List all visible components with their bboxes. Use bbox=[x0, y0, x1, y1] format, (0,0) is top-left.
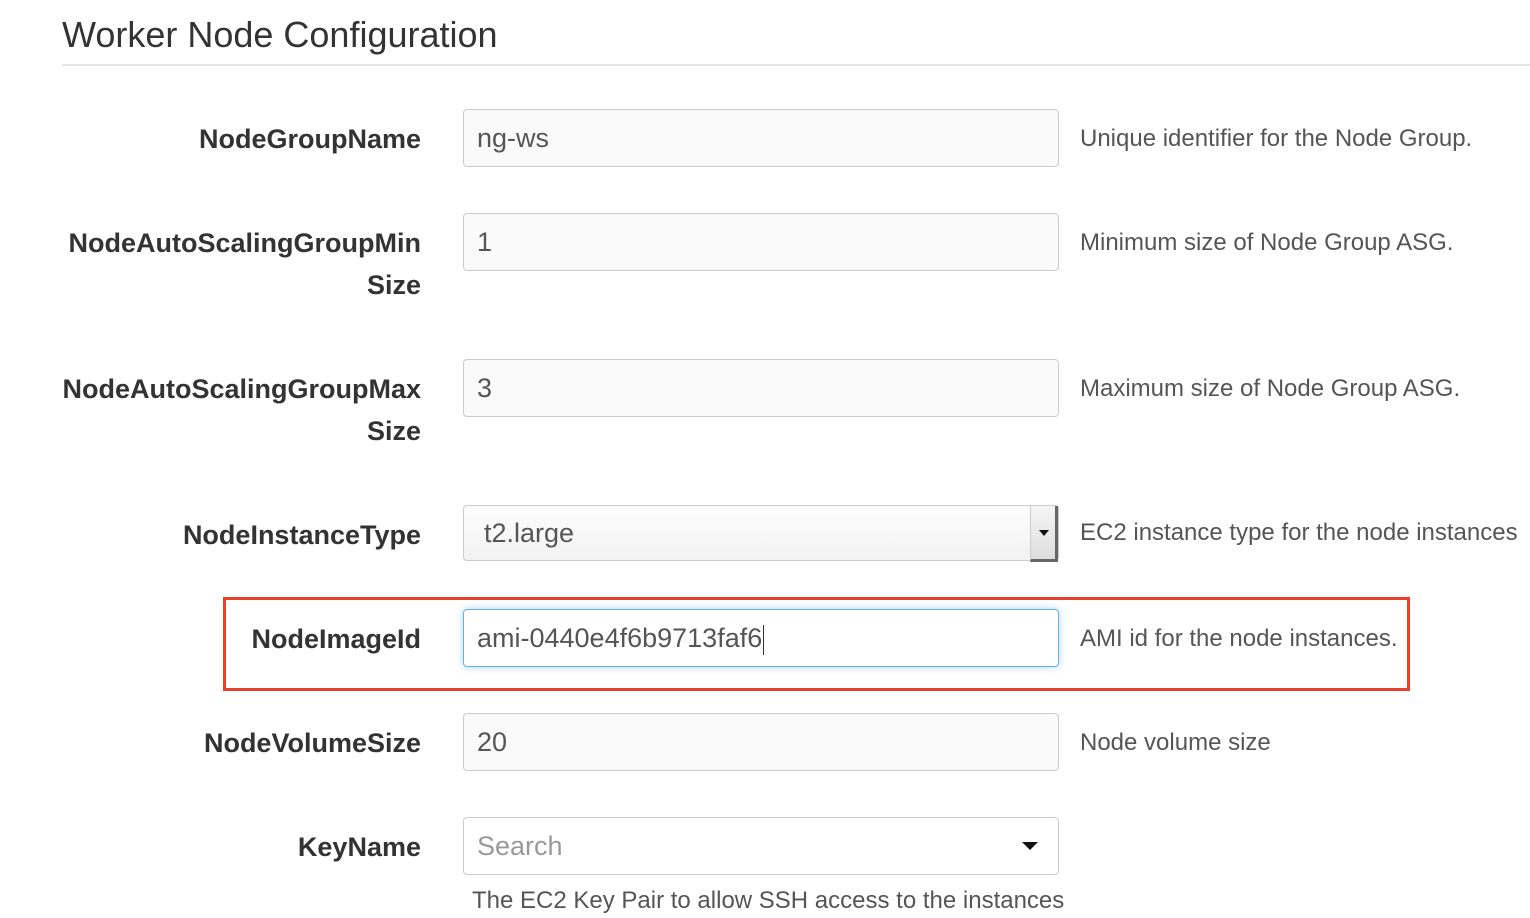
chevron-down-icon[interactable] bbox=[1030, 506, 1058, 562]
label-volume-size: NodeVolumeSize bbox=[203, 728, 421, 758]
min-size-input[interactable]: 1 bbox=[463, 213, 1059, 271]
label-instance-type: NodeInstanceType bbox=[182, 520, 421, 550]
label-key-name: KeyName bbox=[297, 832, 421, 862]
key-name-select[interactable]: Search bbox=[463, 817, 1059, 875]
instance-type-select[interactable]: t2.large bbox=[463, 505, 1059, 562]
volume-size-input[interactable]: 20 bbox=[463, 713, 1059, 771]
help-image-id: AMI id for the node instances. bbox=[1080, 625, 1398, 652]
label-max-size: NodeAutoScalingGroupMaxSize bbox=[62, 374, 421, 446]
help-max-size: Maximum size of Node Group ASG. bbox=[1080, 375, 1461, 402]
max-size-input[interactable]: 3 bbox=[463, 359, 1059, 417]
label-node-group-name: NodeGroupName bbox=[198, 124, 421, 154]
divider bbox=[62, 64, 1530, 66]
help-volume-size: Node volume size bbox=[1080, 729, 1271, 756]
chevron-down-icon[interactable] bbox=[1022, 842, 1038, 850]
help-key-name: The EC2 Key Pair to allow SSH access to … bbox=[472, 887, 1065, 914]
text-cursor bbox=[763, 624, 765, 655]
label-image-id: NodeImageId bbox=[251, 624, 421, 654]
label-min-size: NodeAutoScalingGroupMinSize bbox=[68, 228, 421, 300]
help-node-group-name: Unique identifier for the Node Group. bbox=[1080, 125, 1473, 152]
section-title: Worker Node Configuration bbox=[62, 14, 498, 55]
node-group-name-input[interactable]: ng-ws bbox=[463, 109, 1059, 167]
image-id-value: ami-0440e4f6b9713faf6 bbox=[477, 623, 763, 653]
image-id-input[interactable]: ami-0440e4f6b9713faf6 bbox=[463, 609, 1059, 667]
help-min-size: Minimum size of Node Group ASG. bbox=[1080, 229, 1454, 256]
instance-type-value: t2.large bbox=[484, 518, 575, 548]
key-name-placeholder: Search bbox=[477, 831, 563, 861]
help-instance-type: EC2 instance type for the node instances bbox=[1080, 519, 1518, 546]
